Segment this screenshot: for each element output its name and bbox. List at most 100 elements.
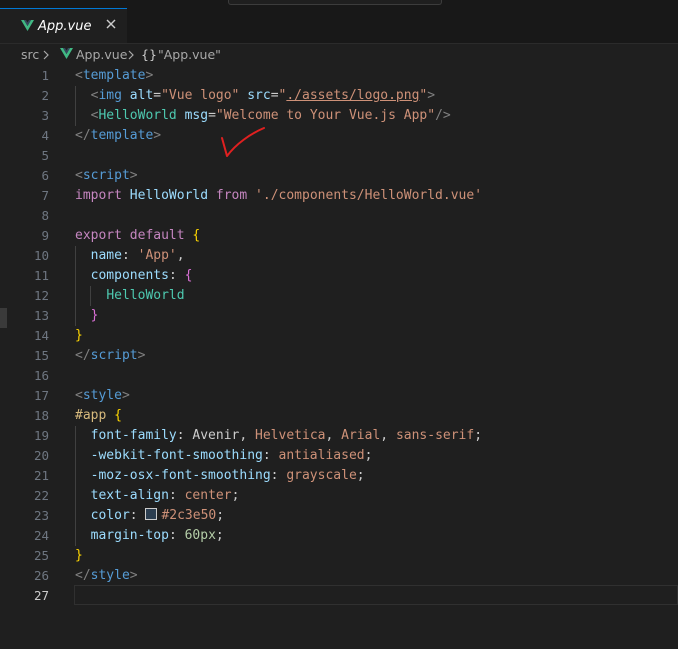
code-line[interactable]: 25} [0, 546, 678, 566]
code-token: : [168, 488, 185, 503]
code-token: alt [129, 88, 154, 103]
code-text: font-family: Avenir, Helvetica, Arial, s… [75, 428, 482, 443]
code-token: msg [184, 108, 209, 123]
code-text: } [75, 548, 83, 563]
vue-icon [60, 48, 73, 59]
breadcrumb-folder[interactable]: src [21, 47, 39, 62]
code-line[interactable]: 19 font-family: Avenir, Helvetica, Arial… [0, 426, 678, 446]
code-token: script [82, 168, 130, 183]
code-line[interactable]: 18 #app { [0, 406, 678, 426]
code-line[interactable]: 22 text-align: center; [0, 486, 678, 506]
code-text: <script> [75, 168, 138, 183]
code-text: color: #2c3e50; [75, 508, 224, 523]
code-text: </style> [75, 568, 138, 583]
code-token: > [129, 568, 138, 583]
code-token: > [145, 68, 154, 83]
color-swatch[interactable] [145, 508, 158, 520]
tab-label: App.vue [38, 19, 92, 34]
code-token: 60px [184, 528, 216, 543]
code-line[interactable]: 13 } [0, 306, 678, 326]
code-text: components: { [75, 268, 193, 283]
code-text: } [75, 328, 83, 343]
code-line[interactable]: 3 <HelloWorld msg="Welcome to Your Vue.j… [0, 106, 678, 126]
code-line[interactable]: 12 HelloWorld [0, 286, 678, 306]
code-line[interactable]: 27 [0, 586, 678, 606]
code-line[interactable]: 14} [0, 326, 678, 346]
code-token: { [114, 408, 122, 423]
line-number: 1 [41, 68, 49, 83]
breadcrumb-symbol[interactable]: "App.vue" [158, 47, 221, 62]
line-number: 9 [41, 228, 49, 243]
code-token: #app [75, 408, 107, 423]
command-center[interactable] [228, 0, 442, 5]
tab-app-vue[interactable]: App.vue [0, 8, 127, 43]
code-token: export [75, 228, 122, 243]
code-token: } [75, 548, 83, 563]
code-text: <style> [75, 388, 130, 403]
code-token: script [90, 348, 138, 363]
code-line[interactable]: 10 name: 'App', [0, 246, 678, 266]
code-token: antialiased [278, 448, 365, 463]
code-line[interactable]: 6 <script> [0, 166, 678, 186]
code-token: "Welcome to Your Vue.js App" [215, 108, 436, 123]
code-text: HelloWorld [75, 288, 184, 303]
code-editor[interactable]: 1 <template> 2 <img alt="Vue logo" src="./… [0, 66, 678, 649]
code-text: -moz-osx-font-smoothing: grayscale; [75, 468, 365, 483]
code-token: > [153, 128, 162, 143]
symbol-icon: {} [141, 47, 157, 62]
line-number: 26 [33, 568, 49, 583]
line-number: 5 [41, 148, 49, 163]
line-number: 16 [33, 368, 49, 383]
code-text: </script> [75, 348, 145, 363]
code-token: < [75, 168, 83, 183]
line-number: 15 [33, 348, 49, 363]
code-text: #app { [75, 408, 122, 423]
code-token: sans-serif [395, 428, 475, 443]
code-line[interactable]: 24 margin-top: 60px; [0, 526, 678, 546]
code-token: style [90, 568, 130, 583]
code-line[interactable]: 9 export default { [0, 226, 678, 246]
line-number: 17 [33, 388, 49, 403]
code-token: color [90, 508, 130, 523]
code-text: </template> [75, 128, 161, 143]
code-line[interactable]: 26 </style> [0, 566, 678, 586]
code-token: > [129, 168, 138, 183]
code-line[interactable]: 2 <img alt="Vue logo" src="./assets/logo… [0, 86, 678, 106]
code-text: export default { [75, 228, 200, 243]
code-line[interactable]: 7 import HelloWorld from './components/He… [0, 186, 678, 206]
line-number: 18 [33, 408, 49, 423]
code-token: src [247, 88, 271, 103]
code-line[interactable]: 23 color: #2c3e50; [0, 506, 678, 526]
line-number: 24 [33, 528, 49, 543]
code-token: -moz-osx-font-smoothing [90, 468, 271, 483]
breadcrumb-file[interactable]: App.vue [76, 47, 127, 62]
code-token: margin-top [90, 528, 169, 543]
code-line[interactable]: 20 -webkit-font-smoothing: antialiased; [0, 446, 678, 466]
code-line[interactable]: 1 <template> [0, 66, 678, 86]
code-line[interactable]: 8 [0, 206, 678, 226]
code-line[interactable]: 21 -moz-osx-font-smoothing: grayscale; [0, 466, 678, 486]
code-line[interactable]: 11 components: { [0, 266, 678, 286]
code-token: ; [216, 508, 225, 523]
code-line[interactable]: 17 <style> [0, 386, 678, 406]
code-token: center [184, 488, 232, 503]
code-line[interactable]: 15 </script> [0, 346, 678, 366]
code-token: { [184, 268, 193, 283]
code-line[interactable]: 16 [0, 366, 678, 386]
editor-tab-bar: App.vue [0, 8, 678, 44]
code-token: template [82, 68, 146, 83]
code-token: < [75, 68, 83, 83]
code-token: Helvetica [255, 428, 326, 443]
close-icon[interactable] [104, 17, 118, 31]
code-token: : [121, 248, 138, 263]
code-line[interactable]: 5 [0, 146, 678, 166]
code-line[interactable]: 4 </template> [0, 126, 678, 146]
code-token: = [153, 88, 162, 103]
code-token: components [90, 268, 169, 283]
